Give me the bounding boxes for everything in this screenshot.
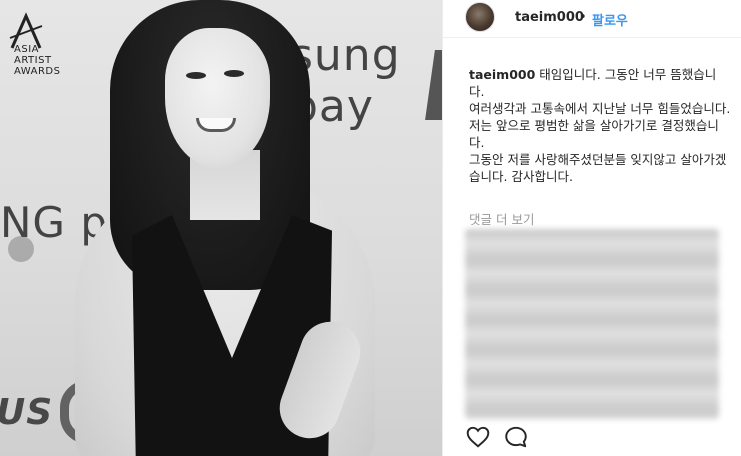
post-header: taeim000 • 팔로우 — [443, 0, 741, 38]
person-eye-left — [186, 72, 206, 79]
backdrop-sponsor-text-bottom: US — [0, 392, 54, 433]
view-more-comments-link[interactable]: 댓글 더 보기 — [469, 209, 534, 228]
carousel-control[interactable] — [8, 236, 34, 262]
post-photo[interactable]: sung pay NG pay US ASIA ARTIST AWARDS — [0, 0, 442, 456]
asia-artist-awards-text: ASIA ARTIST AWARDS — [14, 44, 60, 77]
caption-username[interactable]: taeim000 — [469, 67, 535, 82]
caption-line-4: 그동안 저를 사랑해주셨던분들 잊지않고 살아가겠습니다. 감사합니다. — [469, 152, 727, 184]
caption-line-2: 여러생각과 고통속에서 지난날 너무 힘들었습니다. — [469, 101, 731, 116]
caption-line-3: 저는 앞으로 평범한 삶을 살아가기로 결정했습니다. — [469, 118, 719, 150]
post-caption: taeim000 태임입니다. 그동안 너무 뜸했습니다. 여러생각과 고통속에서… — [469, 66, 731, 185]
person-face — [165, 28, 270, 168]
header-separator: • — [579, 10, 587, 25]
backdrop-sponsor-text-top: sung pay — [290, 30, 401, 132]
follow-button[interactable]: 팔로우 — [592, 10, 628, 29]
person-eye-right — [224, 70, 244, 77]
post-detail-panel: taeim000 • 팔로우 taeim000 태임입니다. 그동안 너무 뜸했습… — [442, 0, 741, 456]
logo-line-3: AWARDS — [14, 66, 61, 77]
logo-line-1: ASIA — [14, 44, 39, 55]
comment-icon[interactable] — [503, 424, 529, 450]
header-username[interactable]: taeim000 — [515, 10, 584, 25]
logo-line-2: ARTIST — [14, 55, 52, 66]
post-actions — [465, 424, 585, 452]
heart-icon[interactable] — [465, 424, 491, 450]
blurred-comments — [465, 229, 719, 419]
avatar[interactable] — [465, 2, 495, 32]
